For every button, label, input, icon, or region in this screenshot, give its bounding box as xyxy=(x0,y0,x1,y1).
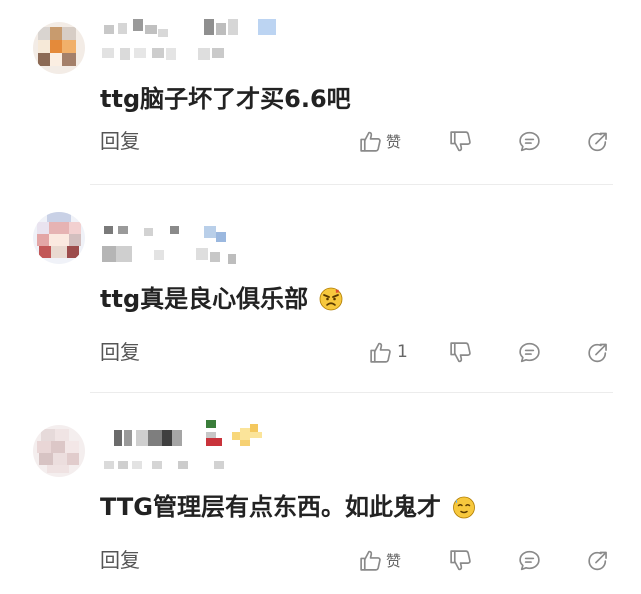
like-button[interactable]: 赞 xyxy=(358,126,401,156)
divider xyxy=(90,392,613,393)
sweat-face-emoji xyxy=(453,496,476,519)
like-button[interactable]: 赞 xyxy=(358,545,401,575)
share-icon xyxy=(585,340,610,365)
reply-button[interactable]: 回复 xyxy=(100,545,140,575)
username[interactable] xyxy=(100,17,280,39)
comment-button[interactable] xyxy=(517,126,542,156)
comment-icon xyxy=(517,129,542,154)
comment-text-content: ttg真是良心俱乐部 xyxy=(100,285,309,313)
dislike-button[interactable] xyxy=(448,126,473,156)
username[interactable] xyxy=(100,418,280,454)
comment-text-content: TTG管理层有点东西。如此鬼才 xyxy=(100,493,441,521)
comment-item: TTG管理层有点东西。如此鬼才 回复 赞 xyxy=(0,395,641,594)
avatar[interactable] xyxy=(33,425,85,477)
comment-meta xyxy=(100,455,240,475)
comment-actions: 回复 1 xyxy=(100,337,613,367)
comment-text: ttg真是良心俱乐部 xyxy=(100,284,343,314)
like-label: 赞 xyxy=(386,551,402,570)
thumbs-down-icon xyxy=(448,129,473,154)
thumbs-down-icon xyxy=(448,340,473,365)
share-button[interactable] xyxy=(585,337,610,367)
divider xyxy=(90,184,613,185)
share-icon xyxy=(585,548,610,573)
like-label: 赞 xyxy=(386,132,402,151)
comment-icon xyxy=(517,548,542,573)
comment-text-content: ttg脑子坏了才买6.6吧 xyxy=(100,85,351,113)
comment-actions: 回复 赞 xyxy=(100,545,613,575)
reply-button[interactable]: 回复 xyxy=(100,337,140,367)
share-button[interactable] xyxy=(585,545,610,575)
share-icon xyxy=(585,129,610,154)
comment-button[interactable] xyxy=(517,337,542,367)
like-count: 1 xyxy=(397,342,408,362)
comment-item: ttg真是良心俱乐部 回复 1 xyxy=(0,189,641,394)
share-button[interactable] xyxy=(585,126,610,156)
avatar[interactable] xyxy=(33,22,85,74)
comment-text: TTG管理层有点东西。如此鬼才 xyxy=(100,492,476,522)
like-button[interactable]: 1 xyxy=(368,337,408,367)
thumbs-up-icon xyxy=(358,129,383,154)
username[interactable] xyxy=(100,222,250,244)
thumbs-up-icon xyxy=(368,340,393,365)
comment-icon xyxy=(517,340,542,365)
comment-item: ttg脑子坏了才买6.6吧 回复 赞 xyxy=(0,0,641,188)
comment-meta xyxy=(100,44,240,64)
angry-face-emoji xyxy=(320,287,343,311)
dislike-button[interactable] xyxy=(448,337,473,367)
comment-button[interactable] xyxy=(517,545,542,575)
comment-actions: 回复 赞 xyxy=(100,126,613,156)
reply-button[interactable]: 回复 xyxy=(100,126,140,156)
thumbs-down-icon xyxy=(448,548,473,573)
comment-text: ttg脑子坏了才买6.6吧 xyxy=(100,84,351,114)
comment-meta xyxy=(100,244,250,266)
hand-emoji xyxy=(232,424,262,446)
dislike-button[interactable] xyxy=(448,545,473,575)
avatar[interactable] xyxy=(33,212,85,264)
thumbs-up-icon xyxy=(358,548,383,573)
